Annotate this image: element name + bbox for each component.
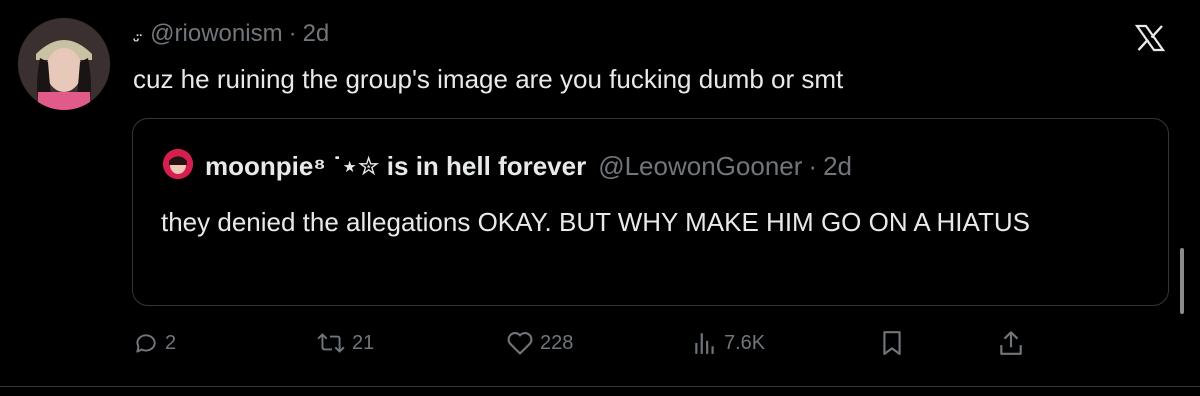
bookmark-icon	[883, 331, 901, 355]
views-count: 7.6K	[724, 331, 766, 354]
quote-avatar	[163, 149, 193, 179]
quote-display-name: moonpie⁸ ˙⋆✮ is in hell forever	[205, 150, 587, 181]
reply-count: 2	[165, 331, 177, 354]
quote-text: they denied the allegations OKAY. BUT WH…	[161, 207, 1030, 237]
reply-icon	[136, 334, 156, 353]
quote-header: moonpie⁸ ˙⋆✮ is in hell forever @LeowonG…	[205, 149, 852, 183]
x-logo-icon[interactable]	[1130, 18, 1170, 58]
timestamp[interactable]: 2d	[303, 20, 330, 48]
avatar[interactable]	[18, 18, 110, 110]
reply-button[interactable]: 2	[133, 323, 176, 363]
tweet-header: ᵕ̈ @riowonism · 2d	[133, 17, 329, 51]
tweet-text: cuz he ruining the group's image are you…	[133, 64, 844, 94]
handle[interactable]: @riowonism	[150, 20, 282, 48]
action-bar: 2 21 228 7.6K	[0, 323, 1200, 363]
views-icon	[695, 333, 714, 354]
divider	[0, 386, 1200, 387]
scrollbar[interactable]	[1180, 248, 1184, 314]
bookmark-button[interactable]	[880, 323, 910, 363]
quote-timestamp: 2d	[823, 150, 852, 181]
views-button[interactable]: 7.6K	[692, 323, 765, 363]
heart-icon	[507, 332, 533, 355]
repost-icon	[317, 333, 345, 353]
quote-tweet-card[interactable]: moonpie⁸ ˙⋆✮ is in hell forever @LeowonG…	[132, 118, 1169, 306]
like-count: 228	[540, 331, 574, 354]
repost-button[interactable]: 21	[316, 323, 374, 363]
share-icon	[1000, 331, 1022, 355]
separator: ·	[288, 20, 297, 47]
display-name[interactable]: ᵕ̈	[133, 32, 140, 49]
quote-handle: @LeowonGooner	[598, 150, 803, 181]
repost-count: 21	[352, 331, 375, 354]
like-button[interactable]: 228	[506, 323, 573, 363]
quote-separator: ·	[808, 150, 818, 181]
share-button[interactable]	[998, 323, 1030, 363]
